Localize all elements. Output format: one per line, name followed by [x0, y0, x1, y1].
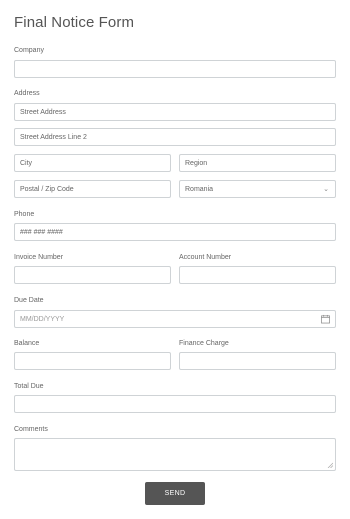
form-title: Final Notice Form: [14, 14, 135, 31]
region-input[interactable]: Region: [179, 154, 336, 172]
due-date-label: Due Date: [14, 297, 44, 304]
region-text: Region: [185, 159, 208, 167]
comments-textarea[interactable]: [14, 438, 336, 471]
phone-placeholder: ### ### ####: [20, 228, 63, 236]
country-value: Romania: [185, 185, 214, 193]
postal-code-text: Postal / Zip Code: [20, 185, 74, 193]
total-due-input[interactable]: [14, 395, 336, 413]
finance-charge-label: Finance Charge: [179, 340, 229, 347]
street-address-input[interactable]: Street Address: [14, 103, 336, 121]
resize-handle-icon[interactable]: [327, 462, 333, 468]
city-input[interactable]: City: [14, 154, 171, 172]
postal-code-input[interactable]: Postal / Zip Code: [14, 180, 171, 198]
street-address-line2-text: Street Address Line 2: [20, 133, 87, 141]
phone-label: Phone: [14, 211, 35, 218]
account-number-label: Account Number: [179, 254, 232, 261]
phone-input[interactable]: ### ### ####: [14, 223, 336, 241]
account-number-input[interactable]: [179, 266, 336, 284]
country-select[interactable]: Romania ⌄: [179, 180, 336, 198]
balance-label: Balance: [14, 340, 40, 347]
chevron-down-icon: ⌄: [323, 186, 329, 193]
final-notice-form: Final Notice Form Company Address Street…: [0, 0, 350, 519]
send-button[interactable]: SEND: [145, 482, 205, 505]
address-label: Address: [14, 90, 40, 97]
finance-charge-input[interactable]: [179, 352, 336, 370]
invoice-number-label: Invoice Number: [14, 254, 64, 261]
due-date-input[interactable]: MM/DD/YYYY: [14, 310, 336, 328]
total-due-label: Total Due: [14, 383, 44, 390]
due-date-placeholder: MM/DD/YYYY: [20, 315, 65, 323]
street-address-line2-input[interactable]: Street Address Line 2: [14, 128, 336, 146]
city-text: City: [20, 159, 33, 167]
balance-input[interactable]: [14, 352, 171, 370]
comments-label: Comments: [14, 426, 48, 433]
company-input[interactable]: [14, 60, 336, 78]
company-label: Company: [14, 47, 44, 54]
calendar-icon[interactable]: [321, 314, 330, 324]
invoice-number-input[interactable]: [14, 266, 171, 284]
street-address-text: Street Address: [20, 108, 66, 116]
